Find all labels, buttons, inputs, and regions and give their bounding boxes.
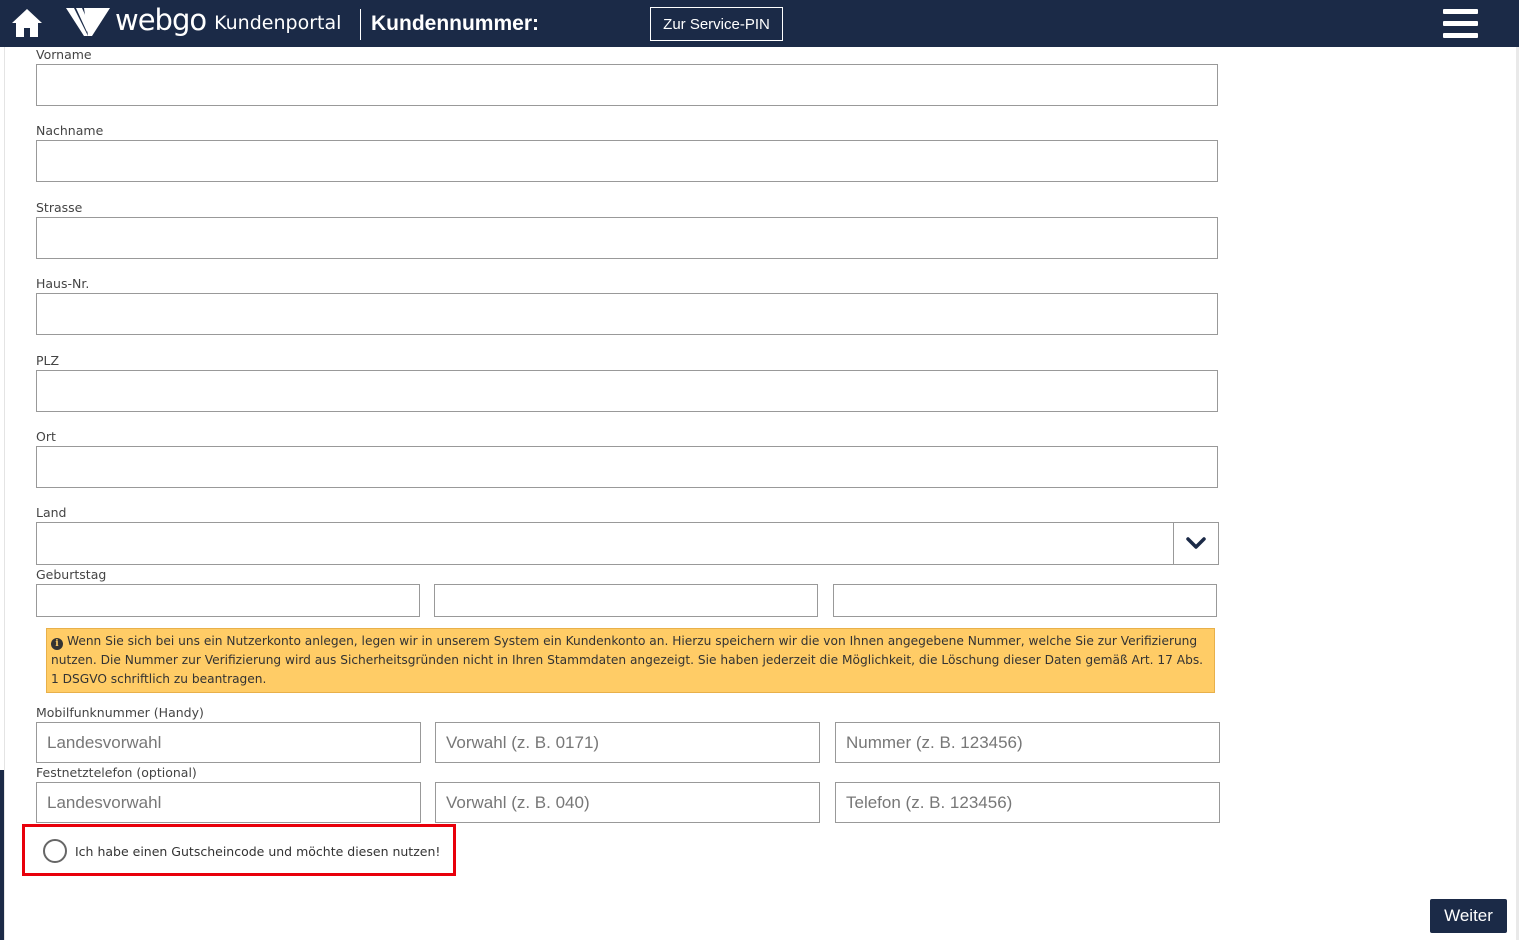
first-name-field[interactable] (36, 64, 1218, 106)
mobile-country-code-input[interactable] (36, 722, 421, 763)
privacy-info-box: i Wenn Sie sich bei uns ein Nutzerkonto a… (46, 628, 1215, 693)
service-pin-button[interactable]: Zur Service-PIN (650, 7, 783, 41)
city-field[interactable] (36, 446, 1218, 488)
birthday-label: Geburtstag (36, 567, 107, 582)
landline-country-code-input[interactable] (36, 782, 421, 823)
info-icon: i (51, 638, 63, 650)
customer-number-label: Kundennummer: (371, 12, 539, 35)
city-label: Ort (36, 429, 56, 444)
birthday-day-field[interactable] (36, 584, 420, 617)
landline-area-code-input[interactable] (435, 782, 820, 823)
first-name-label: Vorname (36, 47, 92, 62)
hamburger-menu-icon[interactable] (1443, 9, 1478, 38)
landline-label: Festnetztelefon (optional) (36, 765, 197, 780)
last-name-field[interactable] (36, 140, 1218, 182)
zip-label: PLZ (36, 353, 60, 368)
house-number-label: Haus-Nr. (36, 276, 90, 291)
zip-field[interactable] (36, 370, 1218, 412)
birthday-month-field[interactable] (434, 584, 818, 617)
house-number-field[interactable] (36, 293, 1218, 335)
mobile-label: Mobilfunknummer (Handy) (36, 705, 204, 720)
webgo-logo[interactable]: webgo Kundenportal (66, 4, 341, 42)
chevron-down-icon[interactable] (1173, 523, 1218, 564)
top-navigation-bar: webgo Kundenportal Kundennummer: Zur Ser… (0, 0, 1519, 47)
mobile-area-code-input[interactable] (435, 722, 820, 763)
page: webgo Kundenportal Kundennummer: Zur Ser… (0, 0, 1519, 940)
voucher-label[interactable]: Ich habe einen Gutscheincode und möchte … (75, 844, 440, 859)
street-field[interactable] (36, 217, 1218, 259)
birthday-year-field[interactable] (833, 584, 1217, 617)
country-label: Land (36, 505, 67, 520)
voucher-radio[interactable] (43, 839, 67, 863)
left-dark-strip (0, 770, 4, 940)
portal-name: Kundenportal (214, 12, 342, 34)
webgo-logo-icon (66, 8, 110, 36)
home-icon[interactable] (10, 6, 44, 40)
privacy-info-text: Wenn Sie sich bei uns ein Nutzerkonto an… (51, 634, 1204, 686)
country-select[interactable] (36, 522, 1219, 565)
next-button[interactable]: Weiter (1430, 899, 1507, 933)
street-label: Strasse (36, 200, 83, 215)
header-divider (360, 9, 361, 40)
mobile-number-input[interactable] (835, 722, 1220, 763)
last-name-label: Nachname (36, 123, 104, 138)
landline-number-input[interactable] (835, 782, 1220, 823)
brand-name: webgo (115, 2, 207, 37)
